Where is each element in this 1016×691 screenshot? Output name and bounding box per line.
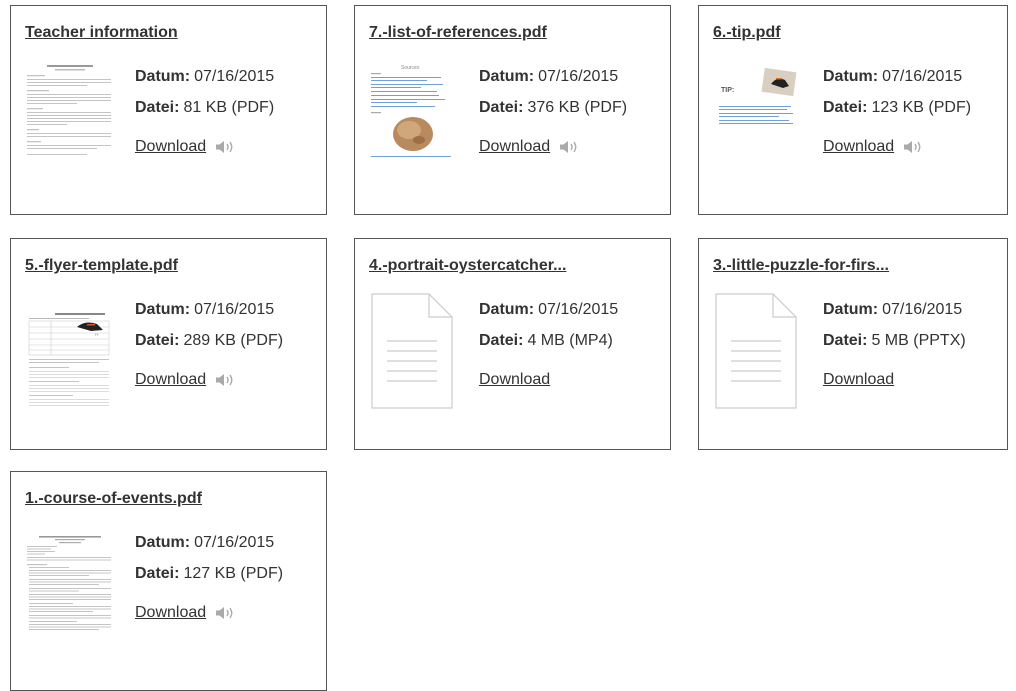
file-size-value: 5 MB (PPTX) bbox=[871, 332, 966, 349]
file-size-label: Datei: bbox=[135, 99, 180, 116]
file-title-link[interactable]: 3.-little-puzzle-for-firs... bbox=[713, 257, 889, 275]
pdf-thumbnail: TIP: bbox=[713, 62, 803, 162]
document-file-icon bbox=[371, 293, 453, 409]
date-label: Datum: bbox=[135, 534, 191, 551]
file-size-value: 123 KB (PDF) bbox=[871, 99, 972, 116]
date-label: Datum: bbox=[823, 68, 879, 85]
date-label: Datum: bbox=[135, 301, 191, 318]
file-title-link[interactable]: 1.-course-of-events.pdf bbox=[25, 490, 202, 508]
file-meta: Datum: 07/16/2015 Datei: 4 MB (MP4) bbox=[479, 294, 618, 356]
file-size-label: Datei: bbox=[135, 332, 180, 349]
file-meta: Datum: 07/16/2015 Datei: 289 KB (PDF) bbox=[135, 294, 283, 356]
file-size-label: Datei: bbox=[135, 565, 180, 582]
speaker-icon[interactable] bbox=[558, 139, 580, 155]
file-title-link[interactable]: 7.-list-of-references.pdf bbox=[369, 24, 547, 42]
file-size-value: 289 KB (PDF) bbox=[183, 332, 284, 349]
file-card-tip: 6.-tip.pdf TIP: Datum: 07/16/2015 Datei: 1… bbox=[698, 5, 1008, 215]
speaker-icon[interactable] bbox=[214, 139, 236, 155]
file-size-value: 376 KB (PDF) bbox=[527, 99, 628, 116]
file-title-link[interactable]: 5.-flyer-template.pdf bbox=[25, 257, 178, 275]
date-label: Datum: bbox=[823, 301, 879, 318]
pdf-thumbnail: !? bbox=[25, 311, 115, 411]
pdf-thumbnail bbox=[25, 534, 115, 634]
file-title-link[interactable]: 6.-tip.pdf bbox=[713, 24, 781, 42]
file-meta: Datum: 07/16/2015 Datei: 5 MB (PPTX) bbox=[823, 294, 966, 356]
thumb-heading: TIP: bbox=[721, 87, 734, 94]
file-size-label: Datei: bbox=[823, 332, 868, 349]
download-link[interactable]: Download bbox=[479, 138, 550, 155]
pdf-thumbnail bbox=[25, 62, 115, 162]
date-value: 07/16/2015 bbox=[882, 68, 963, 85]
date-label: Datum: bbox=[135, 68, 191, 85]
speaker-icon[interactable] bbox=[214, 605, 236, 621]
download-link[interactable]: Download bbox=[135, 604, 206, 621]
download-link[interactable]: Download bbox=[135, 138, 206, 155]
thumb-heading: Sources bbox=[401, 65, 420, 71]
file-title-link[interactable]: Teacher information bbox=[25, 24, 178, 42]
speaker-icon[interactable] bbox=[214, 372, 236, 388]
file-meta: Datum: 07/16/2015 Datei: 81 KB (PDF) bbox=[135, 61, 274, 123]
file-title-link[interactable]: 4.-portrait-oystercatcher... bbox=[369, 257, 566, 275]
date-value: 07/16/2015 bbox=[882, 301, 963, 318]
date-value: 07/16/2015 bbox=[538, 301, 619, 318]
date-label: Datum: bbox=[479, 301, 535, 318]
date-label: Datum: bbox=[479, 68, 535, 85]
download-link[interactable]: Download bbox=[135, 371, 206, 388]
file-size-label: Datei: bbox=[479, 332, 524, 349]
document-file-icon bbox=[715, 293, 797, 409]
speaker-icon[interactable] bbox=[902, 139, 924, 155]
date-value: 07/16/2015 bbox=[194, 68, 275, 85]
file-size-value: 127 KB (PDF) bbox=[183, 565, 284, 582]
file-card-portrait-oystercatcher: 4.-portrait-oystercatcher... Datum: 07/16… bbox=[354, 238, 671, 450]
file-size-value: 81 KB (PDF) bbox=[183, 99, 275, 116]
file-card-list-of-references: 7.-list-of-references.pdf Sources Datum:… bbox=[354, 5, 671, 215]
file-size-label: Datei: bbox=[823, 99, 868, 116]
download-link[interactable]: Download bbox=[823, 371, 894, 388]
file-size-label: Datei: bbox=[479, 99, 524, 116]
file-meta: Datum: 07/16/2015 Datei: 123 KB (PDF) bbox=[823, 61, 971, 123]
file-meta: Datum: 07/16/2015 Datei: 376 KB (PDF) bbox=[479, 61, 627, 123]
file-size-value: 4 MB (MP4) bbox=[527, 332, 613, 349]
file-card-teacher-information: Teacher information Datum: 07/16/2015 Dat… bbox=[10, 5, 327, 215]
date-value: 07/16/2015 bbox=[194, 301, 275, 318]
file-card-little-puzzle: 3.-little-puzzle-for-firs... Datum: 07/16… bbox=[698, 238, 1008, 450]
file-card-course-of-events: 1.-course-of-events.pdf Datum: 07/16/2015… bbox=[10, 471, 327, 691]
file-card-flyer-template: 5.-flyer-template.pdf !? Datum: 07/16/201… bbox=[10, 238, 327, 450]
download-link[interactable]: Download bbox=[823, 138, 894, 155]
pdf-thumbnail: Sources bbox=[369, 62, 459, 162]
date-value: 07/16/2015 bbox=[194, 534, 275, 551]
file-meta: Datum: 07/16/2015 Datei: 127 KB (PDF) bbox=[135, 527, 283, 589]
download-link[interactable]: Download bbox=[479, 371, 550, 388]
date-value: 07/16/2015 bbox=[538, 68, 619, 85]
